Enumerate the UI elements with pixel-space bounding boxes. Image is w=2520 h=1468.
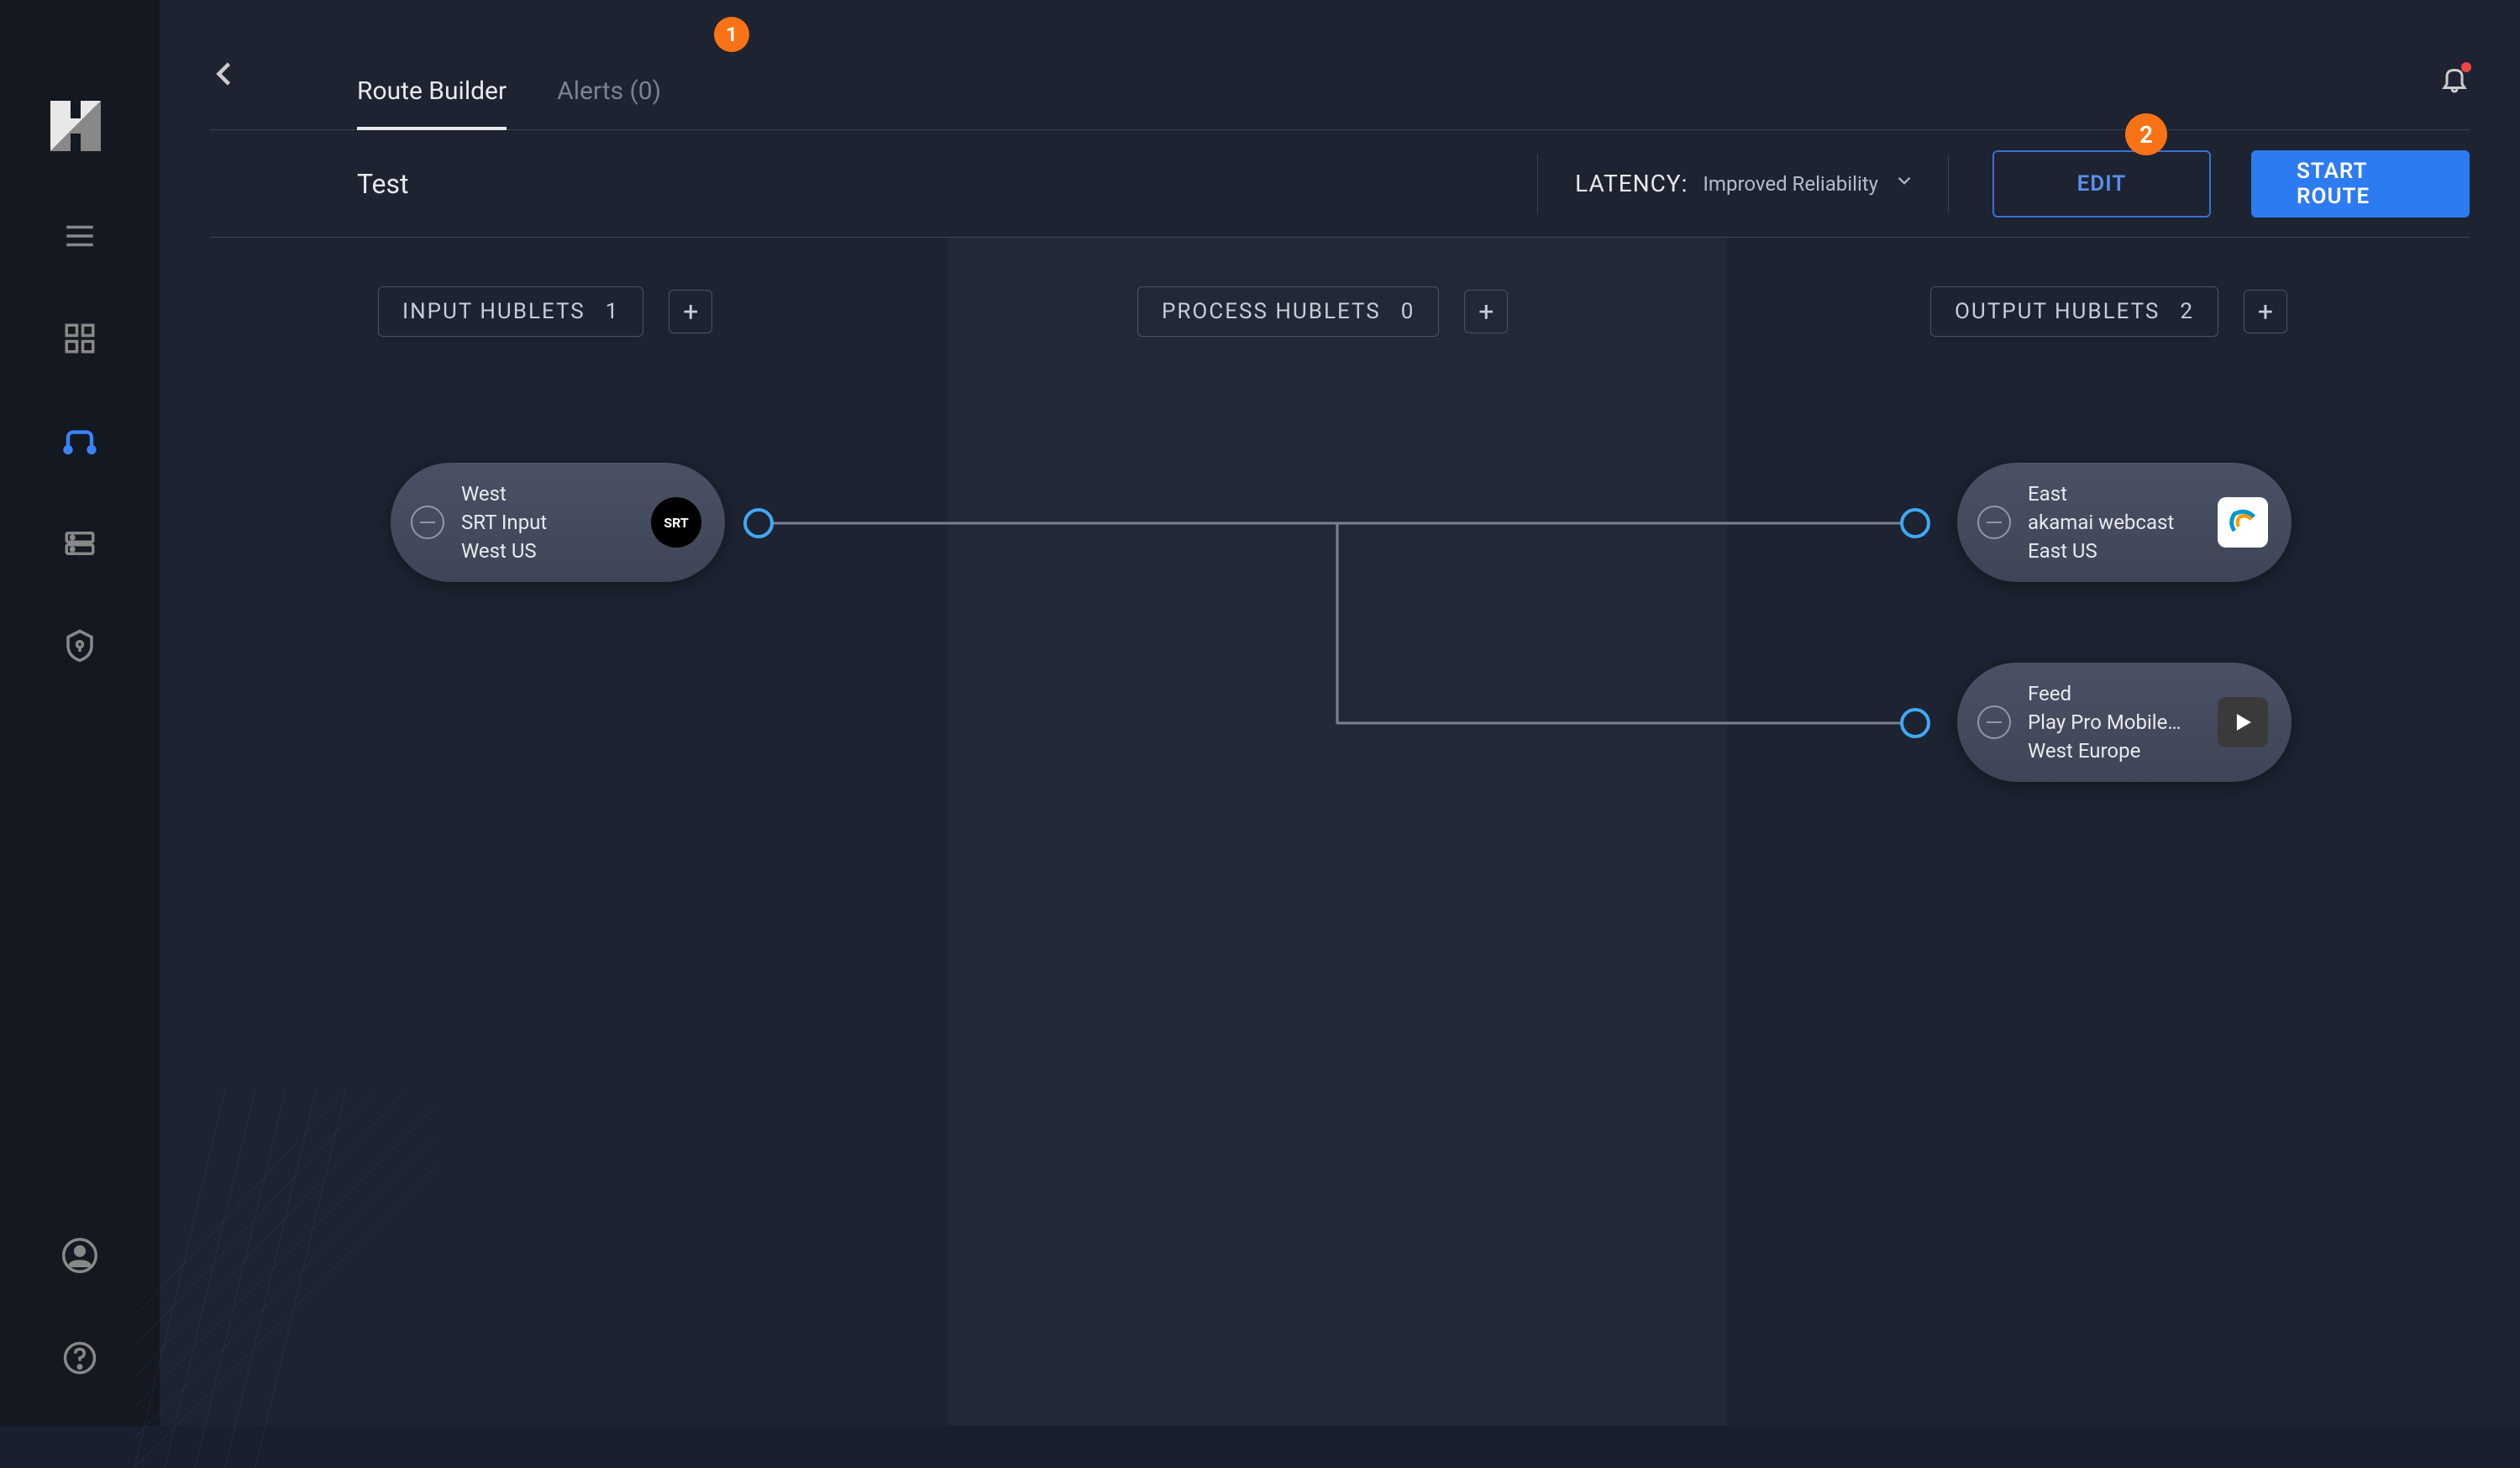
input-hublet-west[interactable]: West SRT Input West US SRT	[391, 463, 725, 582]
sidebar-item-security[interactable]	[62, 628, 97, 663]
input-count: 1	[606, 299, 620, 324]
output-column-header: OUTPUT HUBLETS 2 +	[1930, 286, 2287, 337]
action-buttons: EDIT START ROUTE	[1992, 150, 2470, 218]
input-hublets-label: INPUT HUBLETS 1	[378, 286, 643, 337]
sidebar-item-dashboard[interactable]	[62, 321, 97, 356]
hublet-name: Feed	[2028, 681, 2201, 706]
add-process-hublet-button[interactable]: +	[1464, 290, 1508, 333]
sidebar-item-servers[interactable]	[62, 526, 97, 561]
app-logo	[50, 101, 101, 151]
action-badge: 2	[2125, 113, 2167, 155]
sidebar-item-routes[interactable]	[62, 423, 97, 459]
latency-label: LATENCY:	[1575, 170, 1688, 197]
notifications-button[interactable]	[2439, 64, 2470, 97]
divider	[1948, 155, 1949, 213]
sidebar-item-account[interactable]	[62, 1238, 97, 1273]
srt-icon: SRT	[651, 497, 701, 548]
route-name: Test	[357, 168, 409, 200]
tabs: Route Builder Alerts (0)	[357, 76, 661, 129]
back-button[interactable]	[210, 59, 244, 92]
output-hublets-label: OUTPUT HUBLETS 2	[1930, 286, 2218, 337]
hublet-type: SRT Input	[461, 510, 634, 535]
hublet-type: akamai webcast	[2028, 510, 2201, 535]
latency-value: Improved Reliability	[1703, 172, 1878, 196]
sidebar	[0, 0, 160, 1426]
process-hublets-label: PROCESS HUBLETS 0	[1137, 286, 1439, 337]
sidebar-item-help[interactable]	[62, 1340, 97, 1376]
output1-input-port[interactable]	[1900, 508, 1930, 538]
route-canvas: INPUT HUBLETS 1 + PROCESS HUBLETS 0 + OU…	[160, 238, 2520, 1426]
tab-badge: 1	[714, 17, 749, 52]
chevron-down-icon	[1893, 170, 1915, 197]
start-route-button[interactable]: START ROUTE	[2251, 150, 2470, 218]
hublet-text: West SRT Input West US	[461, 481, 634, 564]
output-hublet-feed[interactable]: Feed Play Pro Mobile… West Europe	[1957, 663, 2292, 782]
input-output-port[interactable]	[743, 508, 774, 538]
process-count: 0	[1401, 299, 1415, 324]
remove-hublet-button[interactable]	[1977, 705, 2011, 739]
add-output-hublet-button[interactable]: +	[2244, 290, 2287, 333]
background-mesh	[118, 1090, 454, 1468]
hublet-type: Play Pro Mobile…	[2028, 710, 2201, 735]
main-content: Route Builder Alerts (0) 1 Test LATENCY:…	[160, 0, 2520, 1426]
add-input-hublet-button[interactable]: +	[669, 290, 712, 333]
input-column-header: INPUT HUBLETS 1 +	[378, 286, 712, 337]
label-text: PROCESS HUBLETS	[1162, 299, 1381, 324]
hublet-region: West US	[461, 538, 634, 564]
output-count: 2	[2180, 299, 2194, 324]
edit-button[interactable]: EDIT	[1992, 150, 2211, 218]
tab-alerts[interactable]: Alerts (0)	[557, 76, 661, 129]
process-column-band	[948, 238, 1727, 1426]
hublet-text: East akamai webcast East US	[2028, 481, 2201, 564]
hublet-region: West Europe	[2028, 738, 2201, 763]
hublet-name: East	[2028, 481, 2201, 506]
output2-input-port[interactable]	[1900, 708, 1930, 738]
header-top-row: Route Builder Alerts (0) 1	[210, 0, 2470, 130]
process-column-header: PROCESS HUBLETS 0 +	[1137, 286, 1508, 337]
label-text: INPUT HUBLETS	[402, 299, 585, 324]
hublet-region: East US	[2028, 538, 2201, 564]
label-text: OUTPUT HUBLETS	[1955, 299, 2160, 324]
remove-hublet-button[interactable]	[411, 506, 444, 539]
output-hublet-east[interactable]: East akamai webcast East US	[1957, 463, 2292, 582]
akamai-icon	[2218, 497, 2268, 548]
latency-selector[interactable]: LATENCY: Improved Reliability	[1537, 155, 1915, 213]
hublet-name: West	[461, 481, 634, 506]
header-second-row: Test LATENCY: Improved Reliability EDIT …	[210, 130, 2470, 238]
tab-route-builder[interactable]: Route Builder	[357, 76, 507, 129]
sidebar-menu-toggle[interactable]	[62, 218, 97, 254]
notification-dot	[2461, 62, 2471, 72]
hublet-text: Feed Play Pro Mobile… West Europe	[2028, 681, 2201, 763]
remove-hublet-button[interactable]	[1977, 506, 2011, 539]
play-icon	[2218, 697, 2268, 747]
